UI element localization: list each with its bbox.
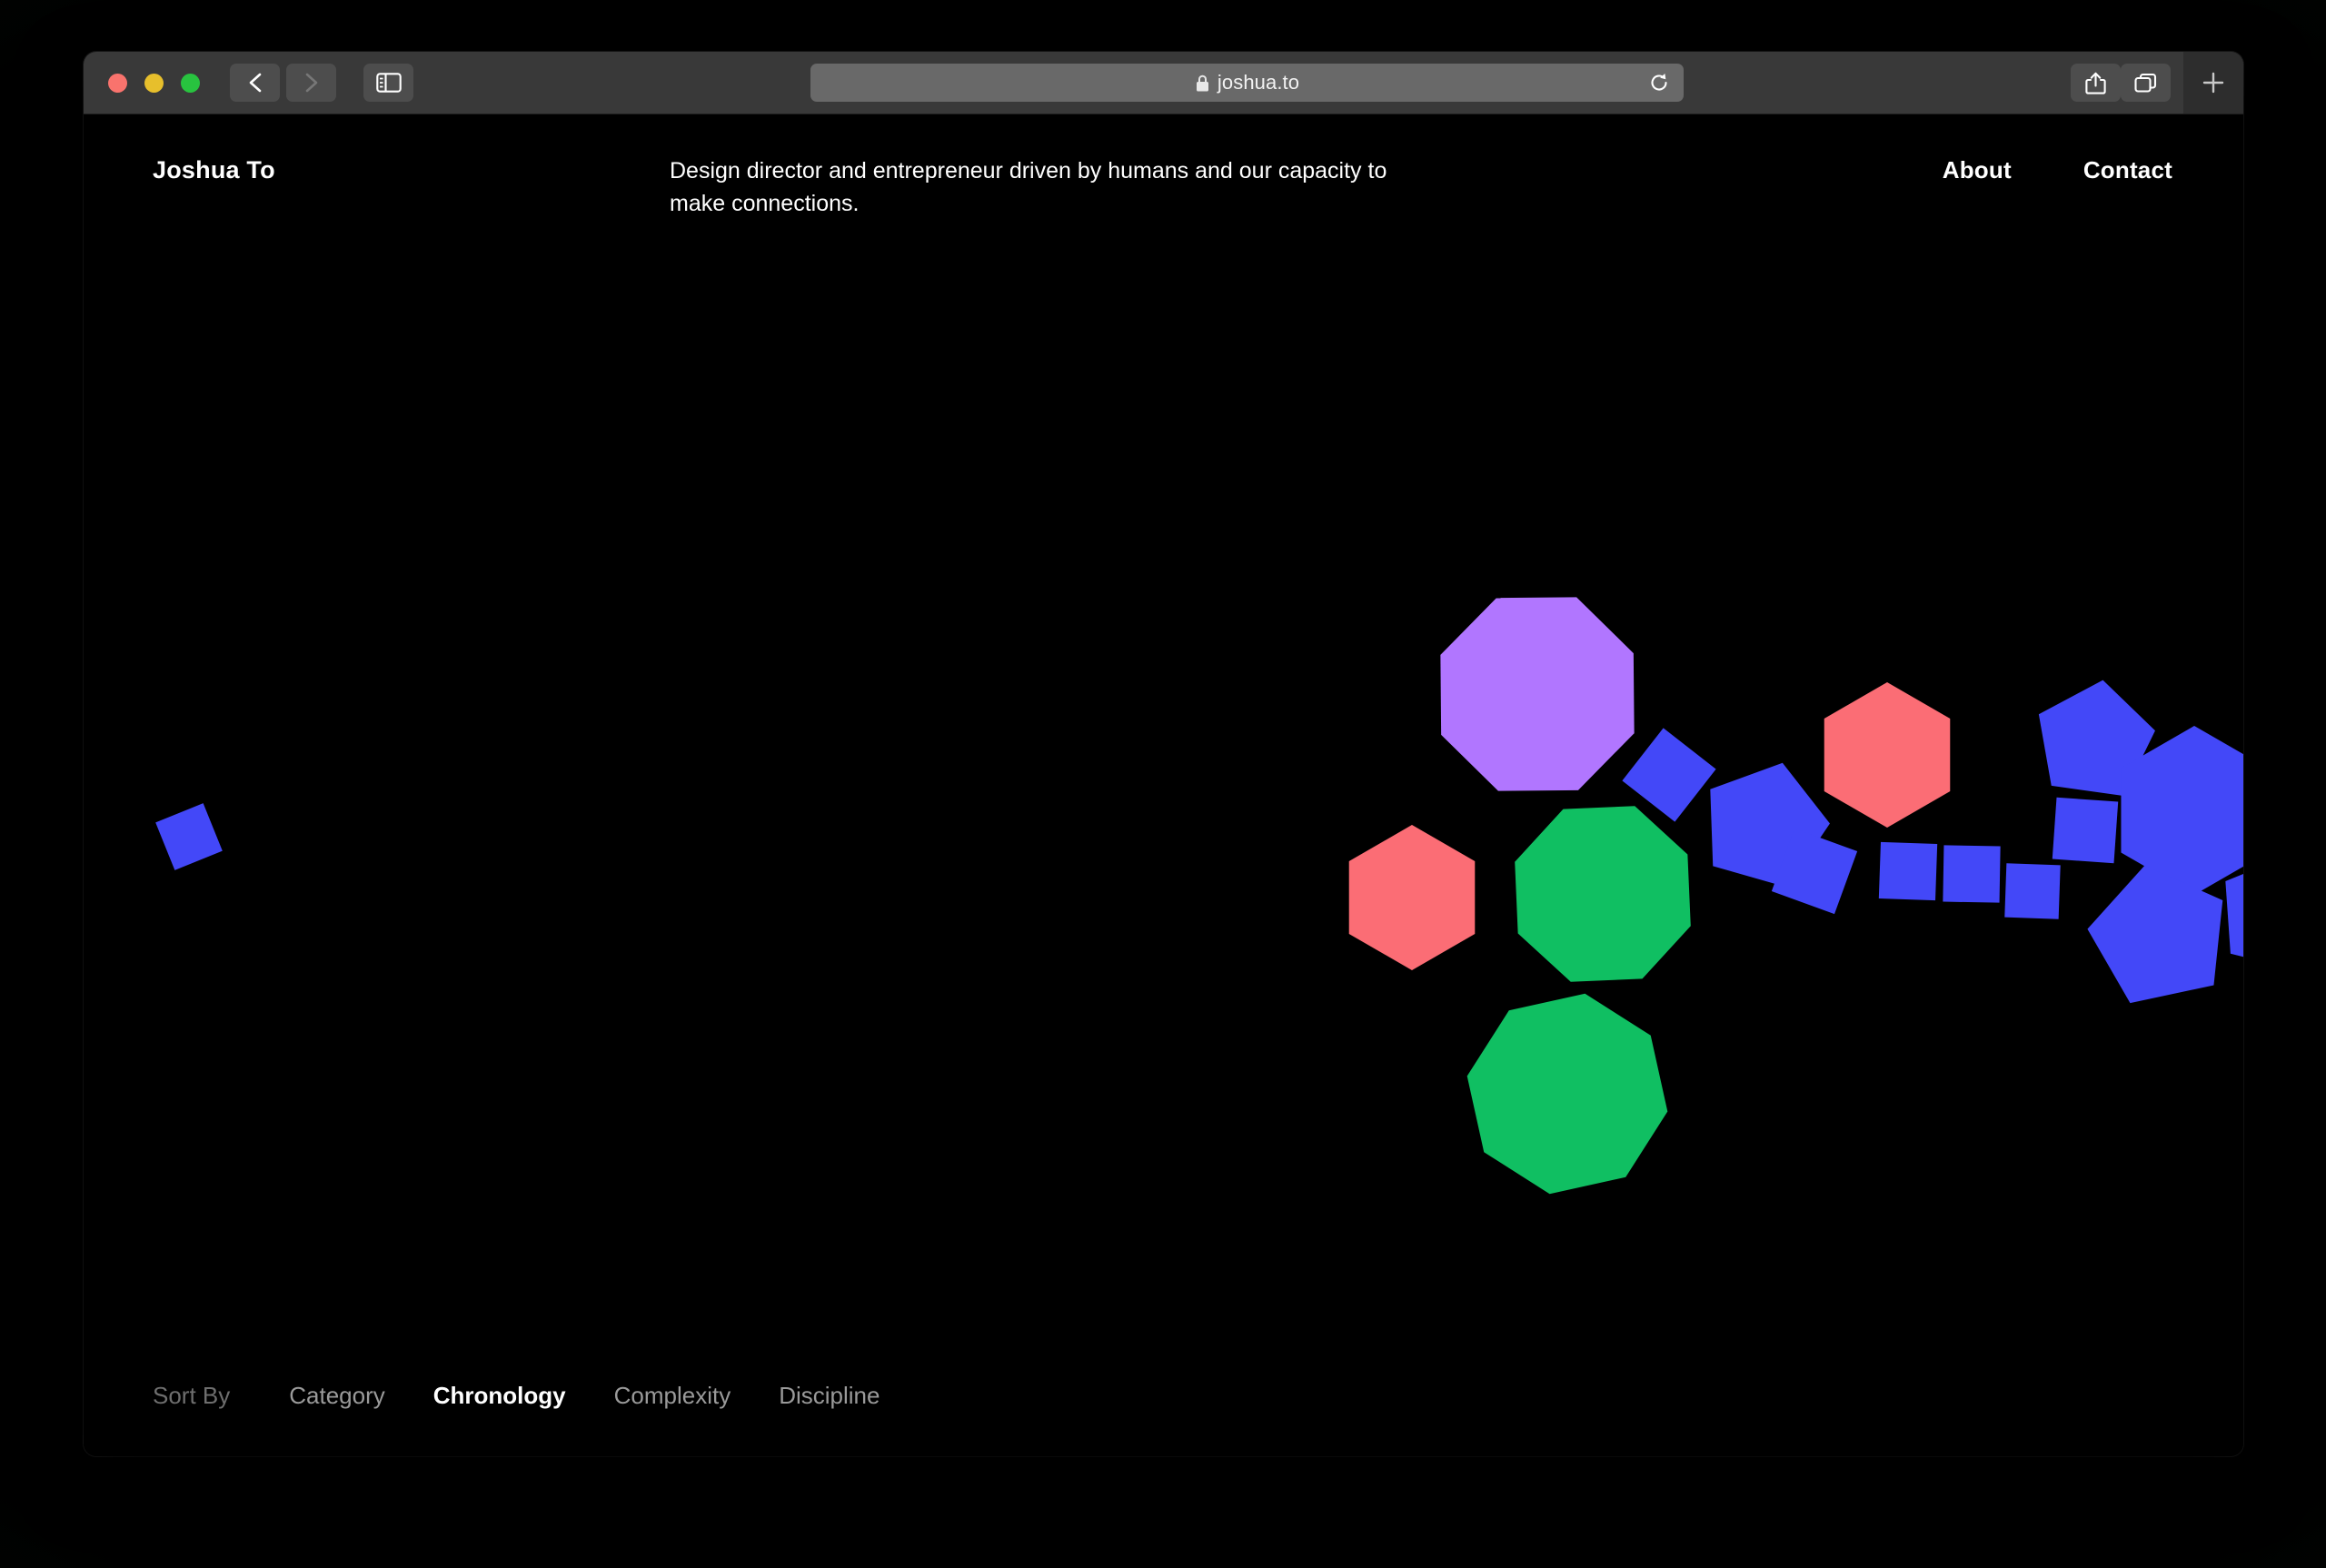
portfolio-shape-p03[interactable] — [1348, 825, 1476, 970]
main-navigation: About Contact — [1943, 156, 2172, 184]
address-bar-content: joshua.to — [1195, 71, 1299, 94]
reload-button[interactable] — [1644, 67, 1675, 98]
sort-option-complexity[interactable]: Complexity — [614, 1382, 731, 1410]
sort-by-label: Sort By — [153, 1382, 231, 1409]
portfolio-shape-p09[interactable] — [1824, 682, 1951, 828]
back-button[interactable] — [230, 64, 280, 102]
plus-icon — [2202, 72, 2224, 94]
sidebar-toggle-button[interactable] — [363, 64, 413, 102]
portfolio-shape-p05[interactable] — [1466, 993, 1668, 1195]
share-button[interactable] — [2071, 64, 2121, 102]
nav-link-about[interactable]: About — [1943, 156, 2012, 184]
nav-link-contact[interactable]: Contact — [2083, 156, 2172, 184]
sort-option-category[interactable]: Category — [289, 1382, 385, 1410]
tab-overview-button[interactable] — [2121, 64, 2171, 102]
tab-overview-icon — [2134, 73, 2157, 93]
portfolio-shape-p10[interactable] — [1878, 841, 1938, 901]
sidebar-toggle-icon — [375, 73, 402, 93]
portfolio-shapes-canvas — [84, 114, 2243, 1456]
chevron-left-icon — [249, 73, 261, 93]
navigation-buttons — [230, 64, 336, 102]
address-bar[interactable]: joshua.to — [810, 64, 1684, 102]
sort-option-discipline[interactable]: Discipline — [779, 1382, 880, 1410]
close-window-button[interactable] — [108, 73, 127, 93]
forward-button[interactable] — [286, 64, 336, 102]
portfolio-shape-p04[interactable] — [1515, 806, 1691, 982]
site-tagline: Design director and entrepreneur driven … — [670, 158, 1387, 217]
minimize-window-button[interactable] — [144, 73, 164, 93]
toolbar-right-group — [2071, 52, 2243, 114]
zoom-window-button[interactable] — [181, 73, 200, 93]
portfolio-shape-p01[interactable] — [155, 803, 223, 870]
reload-icon — [1651, 74, 1667, 91]
lock-icon — [1196, 74, 1208, 91]
desktop-backdrop: joshua.to Joshua To Design director and … — [0, 0, 2326, 1568]
sort-bar: Sort By Category Chronology Complexity D… — [153, 1382, 928, 1410]
new-tab-button[interactable] — [2183, 52, 2243, 114]
address-url-text: joshua.to — [1217, 71, 1300, 94]
site-title: Joshua To — [153, 156, 275, 184]
browser-toolbar: joshua.to — [84, 52, 2243, 114]
chevron-right-icon — [305, 73, 317, 93]
browser-window: joshua.to Joshua To Design director and … — [84, 52, 2243, 1456]
share-icon — [2085, 72, 2106, 94]
portfolio-shape-p02[interactable] — [1440, 597, 1635, 791]
portfolio-shapes-svg — [155, 597, 2243, 1195]
window-traffic-lights — [108, 73, 200, 93]
portfolio-shape-p12[interactable] — [2004, 863, 2061, 919]
portfolio-shape-p13[interactable] — [2052, 797, 2119, 864]
portfolio-shape-p11[interactable] — [1943, 845, 2001, 903]
sort-option-chronology[interactable]: Chronology — [433, 1382, 566, 1410]
web-page-content: Joshua To Design director and entreprene… — [84, 114, 2243, 1456]
site-header: Joshua To Design director and entreprene… — [84, 114, 2243, 242]
